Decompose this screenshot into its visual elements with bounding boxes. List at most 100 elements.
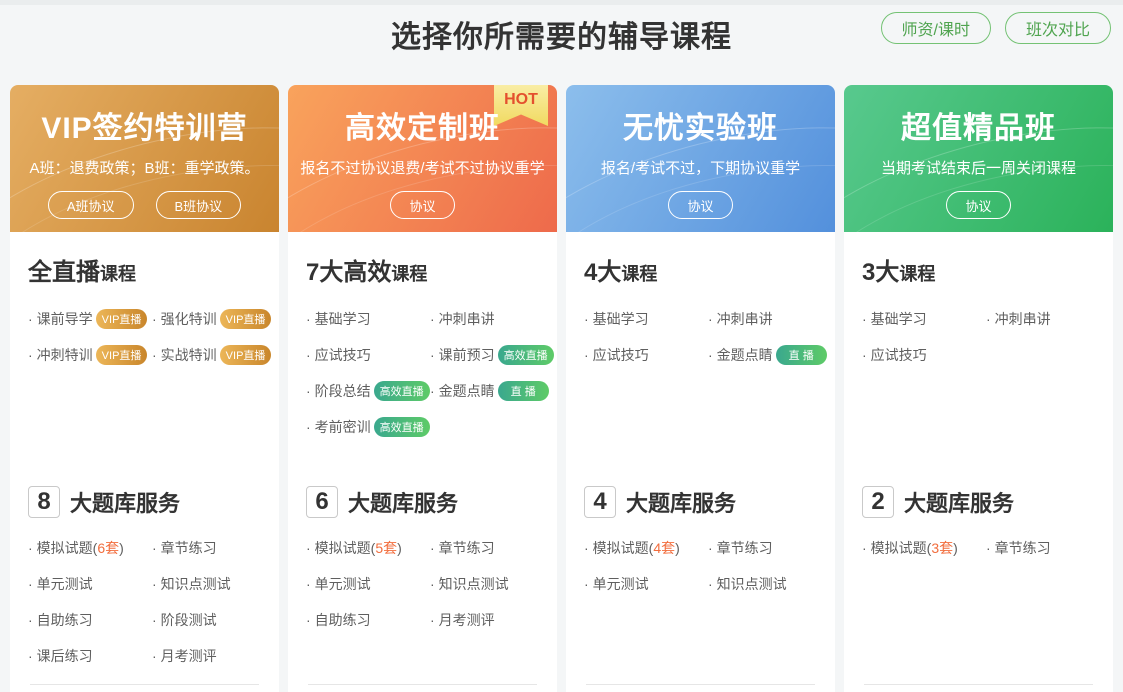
- bank-items: ·模拟试题(4套)·章节练习·单元测试·知识点测试: [584, 530, 825, 602]
- bullet: ·: [152, 612, 157, 628]
- protocol-buttons: 协议: [288, 191, 557, 219]
- bullet: ·: [862, 540, 867, 556]
- paper-count-highlight: 4套: [653, 538, 675, 558]
- bullet: ·: [708, 540, 713, 556]
- bullet: ·: [584, 576, 589, 592]
- bullet: ·: [152, 540, 157, 556]
- question-bank-section: 4大题库服务·模拟试题(4套)·章节练习·单元测试·知识点测试: [584, 458, 825, 602]
- course-item-label: 冲刺串讲: [717, 309, 773, 329]
- card-bottom-divider: [586, 684, 815, 685]
- bullet: ·: [306, 383, 311, 399]
- bank-item: ·单元测试: [584, 566, 708, 602]
- bullet: ·: [28, 347, 33, 363]
- bullet: ·: [306, 311, 311, 327]
- course-item-label: 金题点睛: [717, 345, 773, 365]
- paper-count-highlight: 5套: [375, 538, 397, 558]
- course-item: ·冲刺特训VIP直播: [28, 337, 152, 373]
- bank-title-label: 大题库服务: [626, 486, 736, 518]
- bank-item-label: 课后练习: [37, 646, 93, 666]
- bullet: ·: [28, 648, 33, 664]
- course-item: ·冲刺串讲: [430, 301, 554, 337]
- bullet: ·: [708, 347, 713, 363]
- teachers-hours-button[interactable]: 师资/课时: [881, 12, 991, 44]
- course-card: VIP签约特训营A班：退费政策；B班：重学政策。A班协议B班协议全直播课程·课前…: [10, 85, 279, 692]
- bank-item: ·阶段测试: [152, 602, 269, 638]
- course-section-title: 3大课程: [862, 256, 1103, 293]
- top-buttons: 师资/课时 班次对比: [881, 12, 1111, 44]
- live-badge: VIP直播: [220, 345, 272, 365]
- bank-item: ·月考测评: [152, 638, 269, 674]
- bank-title-label: 大题库服务: [904, 486, 1014, 518]
- course-section-title: 4大课程: [584, 256, 825, 293]
- bank-items: ·模拟试题(6套)·章节练习·单元测试·知识点测试·自助练习·阶段测试·课后练习…: [28, 530, 269, 674]
- course-item: ·应试技巧: [306, 337, 430, 373]
- card-body: 7大高效课程·基础学习·冲刺串讲·应试技巧·课前预习高效直播·阶段总结高效直播·…: [288, 232, 557, 638]
- course-item-label: 冲刺串讲: [995, 309, 1051, 329]
- card-title: VIP签约特训营: [10, 111, 279, 147]
- course-item-label: 基础学习: [871, 309, 927, 329]
- course-card: 超值精品班当期考试结束后一周关闭课程协议3大课程·基础学习·冲刺串讲·应试技巧2…: [844, 85, 1113, 692]
- live-badge: 高效直播: [498, 345, 554, 365]
- card-header: VIP签约特训营 A班：退费政策；B班：重学政策。 A班协议 B班协议: [10, 85, 279, 232]
- bullet: ·: [152, 311, 157, 327]
- paren-close: ): [397, 540, 402, 556]
- course-item: ·应试技巧: [584, 337, 708, 373]
- bullet: ·: [430, 383, 435, 399]
- paper-count-highlight: 3套: [931, 538, 953, 558]
- bank-section-title: 4大题库服务: [584, 486, 825, 518]
- card-subtitle: 当期考试结束后一周关闭课程: [844, 159, 1113, 179]
- course-item: ·应试技巧: [862, 337, 986, 373]
- bullet: ·: [708, 311, 713, 327]
- protocol-button[interactable]: 协议: [946, 191, 1010, 219]
- bullet: ·: [28, 612, 33, 628]
- bank-section-title: 6 大题库服务: [306, 486, 547, 518]
- course-items: ·基础学习·冲刺串讲·应试技巧·课前预习高效直播·阶段总结高效直播·金题点睛直 …: [306, 301, 547, 445]
- page-header: 选择你所需要的辅导课程 师资/课时 班次对比: [0, 0, 1123, 70]
- course-suffix-label: 课程: [899, 264, 935, 284]
- class-compare-button[interactable]: 班次对比: [1005, 12, 1111, 44]
- course-item: ·基础学习: [306, 301, 430, 337]
- paren-close: ): [675, 540, 680, 556]
- bank-title-label: 大题库服务: [70, 486, 180, 518]
- bank-item: ·知识点测试: [152, 566, 269, 602]
- course-count-label: 7大高效: [306, 259, 391, 286]
- bank-count-box: 2: [862, 486, 894, 518]
- course-item-label: 阶段总结: [315, 381, 371, 401]
- course-item: ·实战特训VIP直播: [152, 337, 271, 373]
- bank-item: ·章节练习: [152, 530, 269, 566]
- course-item: ·课前预习高效直播: [430, 337, 554, 373]
- course-card: HOT高效定制班报名不过协议退费/考试不过协议重学协议7大高效课程·基础学习·冲…: [288, 85, 557, 692]
- course-item-label: 冲刺串讲: [439, 309, 495, 329]
- course-items: · 基础学习 ·冲刺串讲·应试技巧: [862, 301, 1103, 373]
- bank-title-label: 大题库服务: [348, 486, 458, 518]
- card-body: 3大课程·基础学习·冲刺串讲·应试技巧2大题库服务·模拟试题(3套)·章节练习: [844, 232, 1113, 566]
- bank-section-title: 8大题库服务: [28, 486, 269, 518]
- bullet: ·: [430, 347, 435, 363]
- bullet: ·: [152, 576, 157, 592]
- course-item: ·冲刺串讲: [986, 301, 1103, 337]
- bank-item: ·模拟试题(3套): [862, 530, 986, 566]
- card-subtitle: A班：退费政策；B班：重学政策。: [10, 159, 279, 179]
- bullet: ·: [862, 347, 867, 363]
- course-item-label: 金题点睛: [439, 381, 495, 401]
- bank-item: ·单元测试: [306, 566, 430, 602]
- bank-item: ·自助练习: [306, 602, 430, 638]
- live-badge: VIP直播: [96, 345, 148, 365]
- card-title: 高效定制班: [288, 111, 557, 147]
- protocol-button[interactable]: 协议: [390, 191, 454, 219]
- bullet: ·: [306, 419, 311, 435]
- bank-item-label: 单元测试: [315, 574, 371, 594]
- protocol-button[interactable]: B班协议: [156, 191, 242, 219]
- question-bank-section: 2大题库服务·模拟试题(3套)·章节练习: [862, 458, 1103, 566]
- course-item: ·冲刺串讲: [708, 301, 827, 337]
- protocol-buttons: A班协议 B班协议: [10, 191, 279, 219]
- protocol-button[interactable]: A班协议: [48, 191, 134, 219]
- bank-item: ·章节练习: [430, 530, 547, 566]
- bullet: ·: [28, 540, 33, 556]
- bank-item: ·知识点测试: [708, 566, 825, 602]
- bank-item: ·课后练习: [28, 638, 152, 674]
- bank-item: ·知识点测试: [430, 566, 547, 602]
- bank-count-box: 6: [306, 486, 338, 518]
- bullet: ·: [152, 648, 157, 664]
- protocol-button[interactable]: 协议: [668, 191, 732, 219]
